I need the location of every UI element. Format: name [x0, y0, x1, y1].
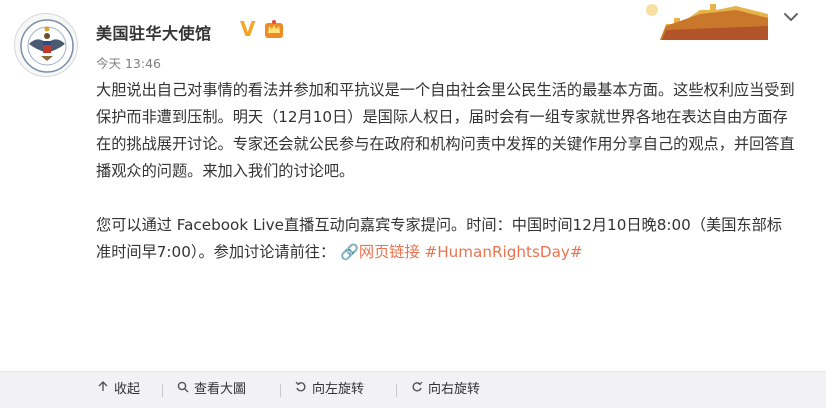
embassy-seal-icon [20, 19, 74, 73]
avatar[interactable] [14, 13, 78, 77]
rotate-right-icon [410, 372, 424, 408]
divider [162, 384, 163, 397]
web-link-label: 网页链接 [358, 243, 420, 261]
rotate-right-button[interactable]: 向右旋转 [410, 372, 480, 408]
view-large-button[interactable]: 查看大圖 [176, 372, 246, 408]
divider [280, 384, 281, 397]
verified-badge-icon: V [240, 17, 256, 41]
post-paragraph-1: 大胆说出自己对事情的看法并参加和平抗议是一个自由社会里公民生活的最基本方面。这些… [96, 81, 795, 180]
search-icon [176, 372, 190, 408]
hashtag-link[interactable]: #HumanRightsDay# [424, 243, 582, 261]
great-wall-banner-icon [640, 0, 768, 40]
post-timestamp[interactable]: 今天 13:46 [96, 53, 161, 72]
collapse-arrow-icon [96, 372, 110, 408]
author-name[interactable]: 美国驻华大使馆 [96, 20, 212, 44]
collapse-label: 收起 [114, 382, 141, 397]
view-large-label: 查看大圖 [194, 382, 247, 397]
chevron-down-icon[interactable] [782, 8, 800, 26]
rotate-left-icon [294, 372, 308, 408]
divider [396, 384, 397, 397]
rotate-right-label: 向右旋转 [428, 382, 481, 397]
link-icon: 🔗 [339, 243, 359, 261]
image-toolbar: 收起 查看大圖 向左旋转 向右旋转 [0, 371, 826, 408]
rotate-left-button[interactable]: 向左旋转 [294, 372, 364, 408]
collapse-button[interactable]: 收起 [96, 372, 140, 408]
rotate-left-label: 向左旋转 [312, 382, 365, 397]
post-paragraph-2: 您可以通过 Facebook Live直播互动向嘉宾专家提问。时间：中国时间12… [96, 212, 796, 266]
web-link[interactable]: 🔗网页链接 [340, 243, 420, 261]
vip-crown-icon[interactable] [264, 19, 284, 39]
post-content: 大胆说出自己对事情的看法并参加和平抗议是一个自由社会里公民生活的最基本方面。这些… [96, 77, 796, 266]
